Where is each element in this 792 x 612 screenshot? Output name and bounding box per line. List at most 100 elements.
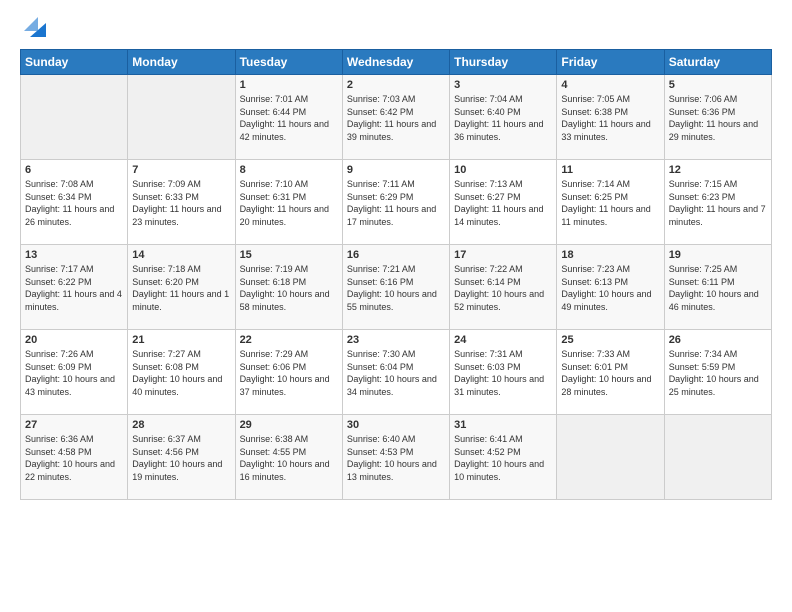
day-number: 23 [347, 334, 445, 346]
day-cell: 9 Sunrise: 7:11 AMSunset: 6:29 PMDaylight… [342, 160, 449, 245]
day-number: 10 [454, 164, 552, 176]
day-info: Sunrise: 7:05 AMSunset: 6:38 PMDaylight:… [561, 93, 659, 143]
day-info: Sunrise: 7:29 AMSunset: 6:06 PMDaylight:… [240, 348, 338, 398]
day-info: Sunrise: 7:17 AMSunset: 6:22 PMDaylight:… [25, 263, 123, 313]
day-info: Sunrise: 6:36 AMSunset: 4:58 PMDaylight:… [25, 433, 123, 483]
day-info: Sunrise: 7:11 AMSunset: 6:29 PMDaylight:… [347, 178, 445, 228]
day-info: Sunrise: 7:04 AMSunset: 6:40 PMDaylight:… [454, 93, 552, 143]
day-cell [21, 75, 128, 160]
calendar-table: SundayMondayTuesdayWednesdayThursdayFrid… [20, 49, 772, 500]
day-cell: 5Sunrise: 7:06 AMSunset: 6:36 PMDaylight… [664, 75, 771, 160]
week-row-3: 13 Sunrise: 7:17 AMSunset: 6:22 PMDayligh… [21, 245, 772, 330]
day-number: 4 [561, 79, 659, 91]
day-cell: 18Sunrise: 7:23 AMSunset: 6:13 PMDayligh… [557, 245, 664, 330]
day-cell: 20 Sunrise: 7:26 AMSunset: 6:09 PMDayligh… [21, 330, 128, 415]
day-cell: 12 Sunrise: 7:15 AMSunset: 6:23 PMDayligh… [664, 160, 771, 245]
day-number: 8 [240, 164, 338, 176]
day-cell: 27 Sunrise: 6:36 AMSunset: 4:58 PMDayligh… [21, 415, 128, 500]
header-cell-wednesday: Wednesday [342, 50, 449, 75]
page: SundayMondayTuesdayWednesdayThursdayFrid… [0, 0, 792, 612]
day-info: Sunrise: 7:30 AMSunset: 6:04 PMDaylight:… [347, 348, 445, 398]
day-info: Sunrise: 6:38 AMSunset: 4:55 PMDaylight:… [240, 433, 338, 483]
day-number: 18 [561, 249, 659, 261]
day-info: Sunrise: 7:27 AMSunset: 6:08 PMDaylight:… [132, 348, 230, 398]
day-cell: 21 Sunrise: 7:27 AMSunset: 6:08 PMDayligh… [128, 330, 235, 415]
day-number: 14 [132, 249, 230, 261]
day-cell: 8 Sunrise: 7:10 AMSunset: 6:31 PMDaylight… [235, 160, 342, 245]
day-number: 30 [347, 419, 445, 431]
header-cell-tuesday: Tuesday [235, 50, 342, 75]
day-info: Sunrise: 7:15 AMSunset: 6:23 PMDaylight:… [669, 178, 767, 228]
day-number: 29 [240, 419, 338, 431]
day-cell: 3 Sunrise: 7:04 AMSunset: 6:40 PMDaylight… [450, 75, 557, 160]
header-cell-friday: Friday [557, 50, 664, 75]
day-number: 19 [669, 249, 767, 261]
day-info: Sunrise: 6:41 AMSunset: 4:52 PMDaylight:… [454, 433, 552, 483]
day-info: Sunrise: 7:01 AMSunset: 6:44 PMDaylight:… [240, 93, 338, 143]
day-cell: 16Sunrise: 7:21 AMSunset: 6:16 PMDayligh… [342, 245, 449, 330]
day-cell: 6 Sunrise: 7:08 AMSunset: 6:34 PMDaylight… [21, 160, 128, 245]
logo [20, 15, 46, 39]
header [20, 15, 772, 39]
day-info: Sunrise: 7:13 AMSunset: 6:27 PMDaylight:… [454, 178, 552, 228]
day-cell: 29 Sunrise: 6:38 AMSunset: 4:55 PMDayligh… [235, 415, 342, 500]
day-info: Sunrise: 7:33 AMSunset: 6:01 PMDaylight:… [561, 348, 659, 398]
day-number: 24 [454, 334, 552, 346]
day-cell [128, 75, 235, 160]
day-cell [557, 415, 664, 500]
day-number: 9 [347, 164, 445, 176]
day-info: Sunrise: 7:22 AMSunset: 6:14 PMDaylight:… [454, 263, 552, 313]
day-number: 3 [454, 79, 552, 91]
logo-icon [24, 17, 46, 39]
header-cell-monday: Monday [128, 50, 235, 75]
day-info: Sunrise: 7:08 AMSunset: 6:34 PMDaylight:… [25, 178, 123, 228]
day-info: Sunrise: 7:10 AMSunset: 6:31 PMDaylight:… [240, 178, 338, 228]
day-number: 31 [454, 419, 552, 431]
day-info: Sunrise: 7:09 AMSunset: 6:33 PMDaylight:… [132, 178, 230, 228]
day-info: Sunrise: 7:31 AMSunset: 6:03 PMDaylight:… [454, 348, 552, 398]
day-number: 13 [25, 249, 123, 261]
day-info: Sunrise: 7:14 AMSunset: 6:25 PMDaylight:… [561, 178, 659, 228]
calendar-body: 1 Sunrise: 7:01 AMSunset: 6:44 PMDaylight… [21, 75, 772, 500]
header-cell-thursday: Thursday [450, 50, 557, 75]
day-info: Sunrise: 6:40 AMSunset: 4:53 PMDaylight:… [347, 433, 445, 483]
day-number: 28 [132, 419, 230, 431]
day-number: 6 [25, 164, 123, 176]
day-number: 2 [347, 79, 445, 91]
day-cell: 28Sunrise: 6:37 AMSunset: 4:56 PMDayligh… [128, 415, 235, 500]
day-info: Sunrise: 7:26 AMSunset: 6:09 PMDaylight:… [25, 348, 123, 398]
day-number: 20 [25, 334, 123, 346]
day-number: 25 [561, 334, 659, 346]
day-info: Sunrise: 7:34 AMSunset: 5:59 PMDaylight:… [669, 348, 767, 398]
day-number: 15 [240, 249, 338, 261]
day-cell: 14 Sunrise: 7:18 AMSunset: 6:20 PMDayligh… [128, 245, 235, 330]
day-cell: 26Sunrise: 7:34 AMSunset: 5:59 PMDayligh… [664, 330, 771, 415]
day-cell: 24 Sunrise: 7:31 AMSunset: 6:03 PMDayligh… [450, 330, 557, 415]
day-cell: 23 Sunrise: 7:30 AMSunset: 6:04 PMDayligh… [342, 330, 449, 415]
header-cell-saturday: Saturday [664, 50, 771, 75]
day-number: 17 [454, 249, 552, 261]
day-number: 11 [561, 164, 659, 176]
day-info: Sunrise: 7:25 AMSunset: 6:11 PMDaylight:… [669, 263, 767, 313]
header-cell-sunday: Sunday [21, 50, 128, 75]
week-row-1: 1 Sunrise: 7:01 AMSunset: 6:44 PMDaylight… [21, 75, 772, 160]
day-number: 21 [132, 334, 230, 346]
week-row-5: 27 Sunrise: 6:36 AMSunset: 4:58 PMDayligh… [21, 415, 772, 500]
day-info: Sunrise: 7:06 AMSunset: 6:36 PMDaylight:… [669, 93, 767, 143]
day-cell: 31 Sunrise: 6:41 AMSunset: 4:52 PMDayligh… [450, 415, 557, 500]
calendar-header: SundayMondayTuesdayWednesdayThursdayFrid… [21, 50, 772, 75]
day-info: Sunrise: 7:19 AMSunset: 6:18 PMDaylight:… [240, 263, 338, 313]
day-number: 27 [25, 419, 123, 431]
day-number: 7 [132, 164, 230, 176]
day-number: 1 [240, 79, 338, 91]
day-cell: 15 Sunrise: 7:19 AMSunset: 6:18 PMDayligh… [235, 245, 342, 330]
day-cell: 30 Sunrise: 6:40 AMSunset: 4:53 PMDayligh… [342, 415, 449, 500]
day-number: 12 [669, 164, 767, 176]
day-cell: 7 Sunrise: 7:09 AMSunset: 6:33 PMDaylight… [128, 160, 235, 245]
day-cell: 13 Sunrise: 7:17 AMSunset: 6:22 PMDayligh… [21, 245, 128, 330]
day-cell: 22Sunrise: 7:29 AMSunset: 6:06 PMDayligh… [235, 330, 342, 415]
day-info: Sunrise: 7:03 AMSunset: 6:42 PMDaylight:… [347, 93, 445, 143]
day-cell: 17 Sunrise: 7:22 AMSunset: 6:14 PMDayligh… [450, 245, 557, 330]
day-info: Sunrise: 7:18 AMSunset: 6:20 PMDaylight:… [132, 263, 230, 313]
day-cell: 2 Sunrise: 7:03 AMSunset: 6:42 PMDaylight… [342, 75, 449, 160]
